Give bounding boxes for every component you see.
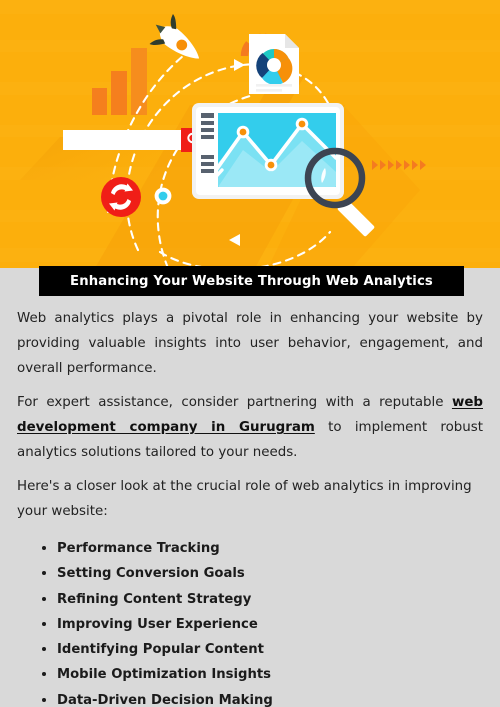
- list-item: Improving User Experience: [42, 612, 483, 637]
- search-bar: [63, 128, 208, 152]
- hero-graphic: [0, 0, 500, 268]
- article-body: Web analytics plays a pivotal role in en…: [17, 306, 483, 707]
- infographic-page: Enhancing Your Website Through Web Analy…: [0, 0, 500, 707]
- hero-illustration: [0, 0, 500, 268]
- list-item: Data-Driven Decision Making: [42, 688, 483, 707]
- paragraph-intro: Web analytics plays a pivotal role in en…: [17, 311, 483, 376]
- paragraph-cta: For expert assistance, consider partneri…: [17, 390, 483, 465]
- list-item: Refining Content Strategy: [42, 587, 483, 612]
- list-item: Mobile Optimization Insights: [42, 662, 483, 687]
- report-document-icon: [249, 34, 299, 94]
- paragraph-cta-prefix: For expert assistance, consider partneri…: [17, 395, 452, 410]
- list-item: Identifying Popular Content: [42, 637, 483, 662]
- paragraph-lead-in: Here's a closer look at the crucial role…: [17, 479, 472, 519]
- benefits-list: Performance Tracking Setting Conversion …: [17, 536, 483, 707]
- page-title: Enhancing Your Website Through Web Analy…: [70, 273, 433, 289]
- list-item: Performance Tracking: [42, 536, 483, 561]
- list-item: Setting Conversion Goals: [42, 561, 483, 586]
- dot-node-icon: [154, 187, 172, 205]
- tablet-device: [192, 103, 344, 199]
- title-banner: Enhancing Your Website Through Web Analy…: [39, 266, 464, 296]
- refresh-icon: [101, 177, 141, 217]
